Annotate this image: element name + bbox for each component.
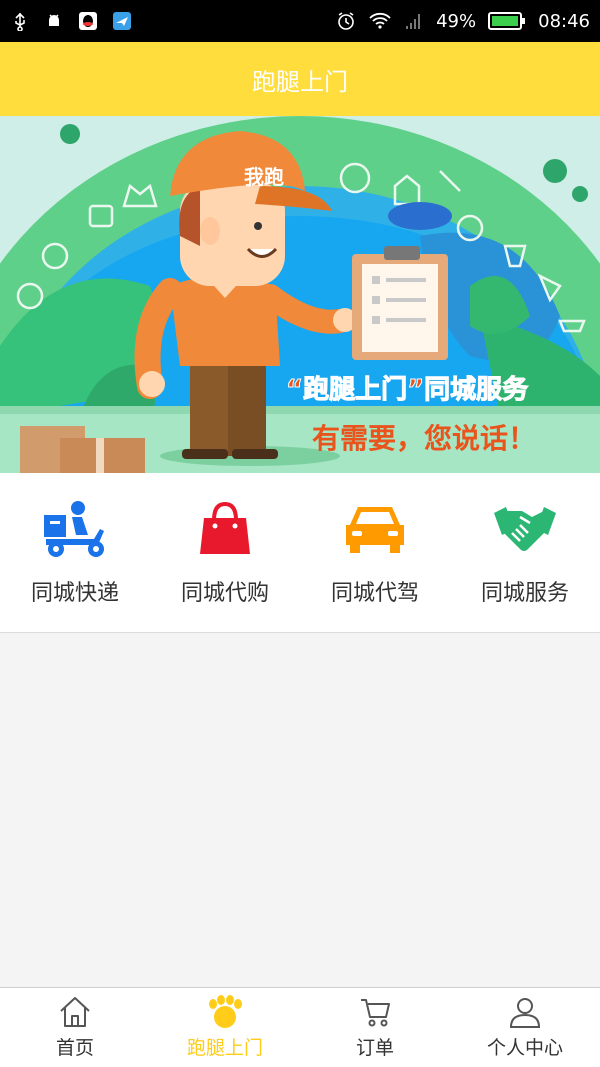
service-purchase[interactable]: 同城代购	[150, 473, 300, 632]
android-icon	[49, 14, 59, 26]
footprint-icon	[209, 995, 242, 1028]
shopping-bag-icon	[190, 497, 260, 561]
service-driver[interactable]: 同城代驾	[300, 473, 450, 632]
handshake-icon	[490, 497, 560, 561]
signal-icon	[406, 14, 421, 29]
battery-percent: 49%	[436, 10, 477, 32]
tab-errand[interactable]: 跑腿上门	[150, 988, 300, 1067]
cap-text: 我跑	[244, 165, 284, 189]
qq-icon	[79, 12, 97, 30]
tab-label: 个人中心	[486, 1037, 563, 1059]
delivery-scooter-icon	[40, 497, 110, 561]
message-app-icon	[113, 12, 131, 30]
bottom-tab-bar: 首页 跑腿上门 订单 个人中心	[0, 987, 600, 1067]
service-label: 同城快递	[30, 581, 119, 606]
tab-home[interactable]: 首页	[0, 988, 150, 1067]
person-icon	[509, 998, 541, 1028]
usb-icon	[15, 12, 25, 31]
home-icon	[60, 997, 90, 1027]
alarm-icon	[338, 12, 354, 30]
service-general[interactable]: 同城服务	[450, 473, 600, 632]
wifi-icon	[369, 12, 391, 29]
service-express[interactable]: 同城快递	[0, 473, 150, 632]
page-title: 跑腿上门	[252, 67, 348, 96]
cart-icon	[361, 999, 390, 1027]
service-label: 同城代购	[180, 581, 269, 606]
clock: 08:46	[538, 10, 590, 32]
banner-slogan: “跑腿上门”同城服务	[286, 375, 528, 405]
battery-icon	[488, 12, 526, 30]
service-label: 同城服务	[480, 581, 569, 606]
tab-profile[interactable]: 个人中心	[450, 988, 600, 1067]
tab-orders[interactable]: 订单	[300, 988, 450, 1067]
status-bar: 49% 08:46	[0, 0, 600, 42]
tab-label: 订单	[355, 1037, 394, 1059]
tab-label: 首页	[55, 1037, 94, 1059]
car-icon	[340, 497, 410, 561]
header-bar: 跑腿上门	[0, 42, 600, 116]
banner-tagline: 有需要，您说话！	[312, 422, 536, 455]
content-area	[0, 633, 600, 987]
banner-illustration: 我跑 “跑腿上门”同城服务 有需要，您说话！	[0, 116, 600, 473]
tab-label: 跑腿上门	[186, 1037, 263, 1059]
promo-banner[interactable]: 我跑 “跑腿上门”同城服务 有需要，您说话！	[0, 116, 600, 473]
service-grid: 同城快递 同城代购 同城代驾 同城服务	[0, 473, 600, 633]
service-label: 同城代驾	[330, 581, 419, 606]
